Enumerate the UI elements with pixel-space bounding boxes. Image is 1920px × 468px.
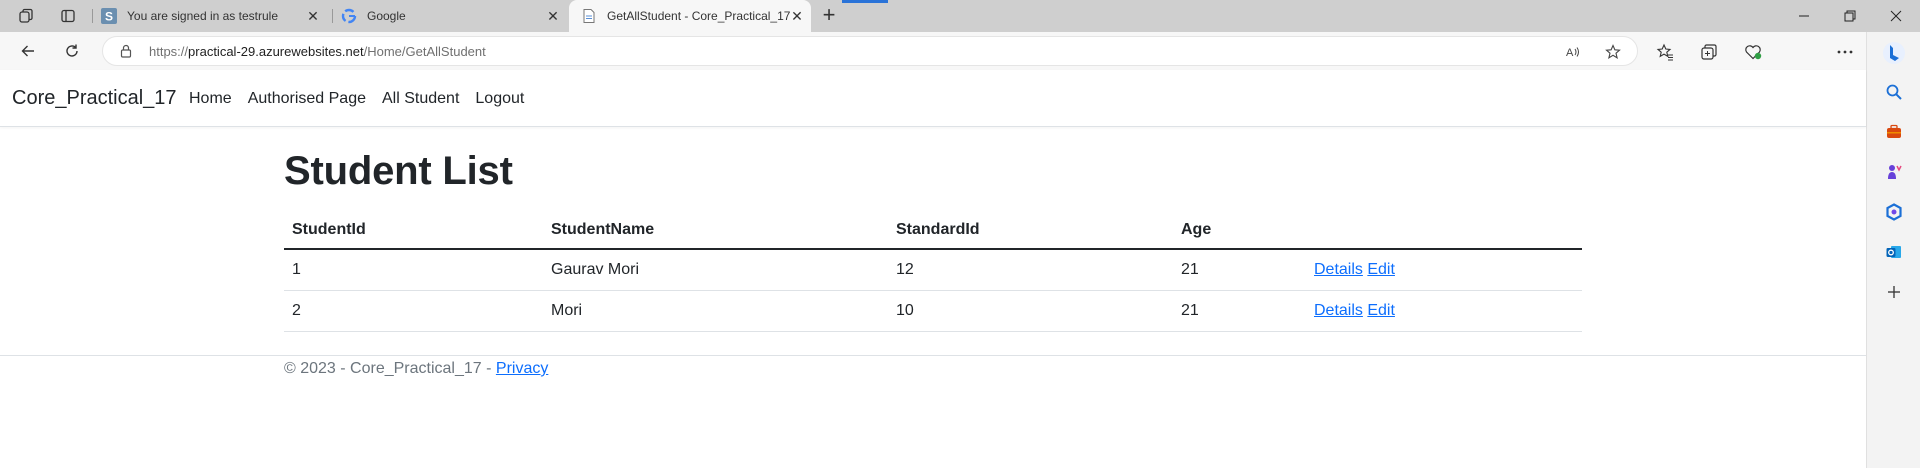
column-header-age: Age xyxy=(1173,211,1306,250)
cell-actions: Details Edit xyxy=(1306,249,1582,291)
refresh-icon[interactable] xyxy=(58,38,86,64)
student-table: StudentId StudentName StandardId Age 1 G… xyxy=(284,211,1582,332)
nav-link-all-student[interactable]: All Student xyxy=(382,90,459,108)
site-brand-link[interactable]: Core_Practical_17 xyxy=(12,87,177,110)
close-icon[interactable]: ✕ xyxy=(305,8,321,24)
nav-link-home[interactable]: Home xyxy=(189,90,232,108)
tab-title: GetAllStudent - Core_Practical_17 xyxy=(607,9,791,23)
google-icon xyxy=(341,8,357,24)
column-header-studentid: StudentId xyxy=(284,211,543,250)
column-header-standardid: StandardId xyxy=(888,211,1173,250)
cell-actions: Details Edit xyxy=(1306,290,1582,332)
s-square-icon: S xyxy=(101,8,117,24)
tab-title: You are signed in as testrule xyxy=(127,9,278,23)
favorites-icon[interactable] xyxy=(1654,41,1676,63)
cell-student-id: 2 xyxy=(284,290,543,332)
games-icon[interactable] xyxy=(1883,161,1905,183)
cell-student-name: Gaurav Mori xyxy=(543,249,888,291)
workspaces-icon[interactable] xyxy=(13,4,39,28)
svg-text:A: A xyxy=(1566,47,1574,59)
privacy-link[interactable]: Privacy xyxy=(496,360,548,377)
bing-copilot-icon[interactable] xyxy=(1881,40,1907,66)
cell-age: 21 xyxy=(1173,290,1306,332)
read-aloud-icon[interactable]: A xyxy=(1563,42,1583,62)
cell-standard-id: 12 xyxy=(888,249,1173,291)
microsoft-365-icon[interactable] xyxy=(1883,201,1905,223)
favorite-star-icon[interactable] xyxy=(1603,42,1623,62)
browser-toolbar: https://practical-29.azurewebsites.net/H… xyxy=(0,32,1866,95)
page-title: Student List xyxy=(284,149,513,193)
url-path: /Home/GetAllStudent xyxy=(363,44,486,59)
url-scheme: https:// xyxy=(149,44,189,59)
nav-link-logout[interactable]: Logout xyxy=(475,90,524,108)
tab-accent-bar xyxy=(842,0,888,3)
tab-separator xyxy=(332,9,333,23)
footer-copyright: © 2023 - Core_Practical_17 - xyxy=(284,360,496,377)
tab-google[interactable]: Google ✕ xyxy=(341,0,567,32)
table-header-row: StudentId StudentName StandardId Age xyxy=(284,211,1582,250)
lock-icon[interactable] xyxy=(119,44,133,58)
web-page: Core_Practical_17 Home Authorised Page A… xyxy=(0,70,1866,468)
edit-link[interactable]: Edit xyxy=(1367,261,1395,278)
edge-sidebar xyxy=(1866,32,1920,468)
site-nav: Home Authorised Page All Student Logout xyxy=(189,90,540,108)
new-tab-button[interactable]: + xyxy=(816,4,842,28)
window-close-icon[interactable] xyxy=(1873,0,1919,32)
page-icon xyxy=(581,8,597,24)
nav-link-authorised-page[interactable]: Authorised Page xyxy=(248,90,366,108)
column-header-studentname: StudentName xyxy=(543,211,888,250)
more-menu-icon[interactable] xyxy=(1834,41,1856,63)
site-footer: © 2023 - Core_Practical_17 - Privacy xyxy=(0,355,1866,377)
collections-icon[interactable] xyxy=(1698,41,1720,63)
tab-title: Google xyxy=(367,9,406,23)
back-icon[interactable] xyxy=(14,38,42,64)
cell-standard-id: 10 xyxy=(888,290,1173,332)
tab-actions-icon[interactable] xyxy=(55,4,81,28)
close-icon[interactable]: ✕ xyxy=(789,8,805,24)
add-icon[interactable] xyxy=(1883,281,1905,303)
details-link[interactable]: Details xyxy=(1314,302,1363,319)
url-text: https://practical-29.azurewebsites.net/H… xyxy=(149,44,486,59)
browser-essentials-icon[interactable] xyxy=(1742,41,1764,63)
site-navbar: Core_Practical_17 Home Authorised Page A… xyxy=(0,70,1866,127)
footer-text: © 2023 - Core_Practical_17 - Privacy xyxy=(284,360,548,378)
table-row: 2 Mori 10 21 Details Edit xyxy=(284,290,1582,332)
details-link[interactable]: Details xyxy=(1314,261,1363,278)
browser-tab-strip: S You are signed in as testrule ✕ Google… xyxy=(0,0,1920,32)
cell-student-id: 1 xyxy=(284,249,543,291)
edit-link[interactable]: Edit xyxy=(1367,302,1395,319)
tab-separator xyxy=(92,9,93,23)
shopping-toolbox-icon[interactable] xyxy=(1883,121,1905,143)
address-bar[interactable]: https://practical-29.azurewebsites.net/H… xyxy=(102,36,1638,66)
tab-signed-in[interactable]: S You are signed in as testrule ✕ xyxy=(101,0,327,32)
search-icon[interactable] xyxy=(1883,81,1905,103)
cell-age: 21 xyxy=(1173,249,1306,291)
tab-getallstudent[interactable]: GetAllStudent - Core_Practical_17 ✕ xyxy=(569,0,811,32)
close-icon[interactable]: ✕ xyxy=(545,8,561,24)
minimize-icon[interactable] xyxy=(1781,0,1827,32)
svg-text:S: S xyxy=(105,10,113,24)
column-header-actions xyxy=(1306,211,1582,250)
cell-student-name: Mori xyxy=(543,290,888,332)
url-host: practical-29.azurewebsites.net xyxy=(188,44,364,59)
outlook-icon[interactable] xyxy=(1883,241,1905,263)
restore-icon[interactable] xyxy=(1827,0,1873,32)
main-content: Student List StudentId StudentName Stand… xyxy=(284,147,1582,332)
table-row: 1 Gaurav Mori 12 21 Details Edit xyxy=(284,249,1582,291)
